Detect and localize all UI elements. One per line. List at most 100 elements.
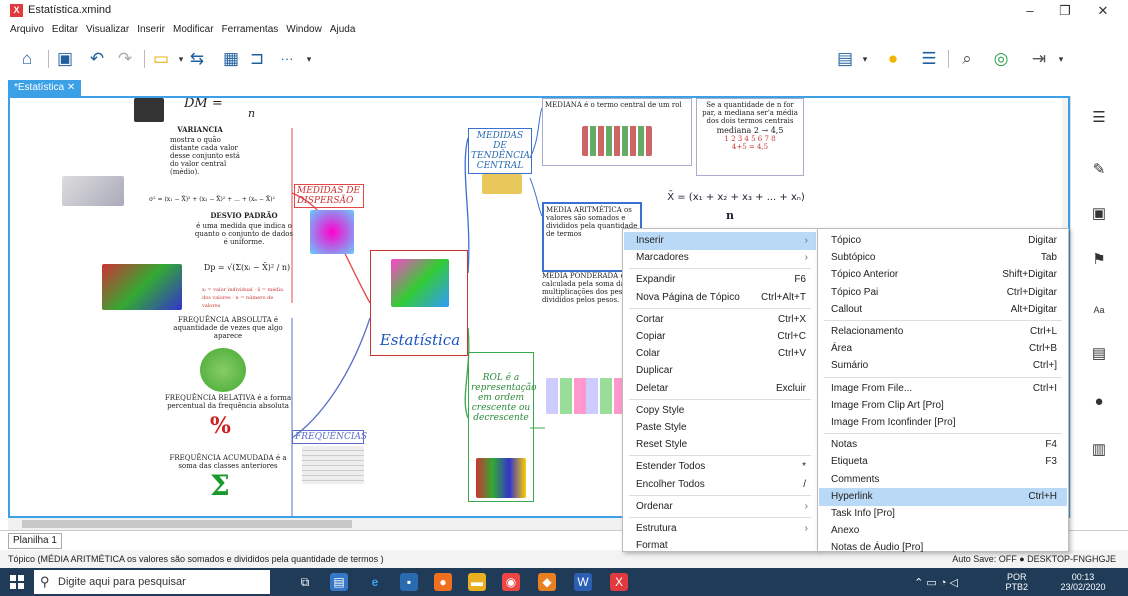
language-indicator[interactable]: POR PTB2 [1005, 572, 1028, 592]
app-icon[interactable]: ▪ [400, 573, 418, 591]
explorer-icon[interactable]: ▬ [468, 573, 486, 591]
redo-icon[interactable]: ↷ [114, 48, 136, 70]
submenu-item-comments[interactable]: Comments [819, 471, 1067, 489]
presentation-dropdown-icon[interactable]: ▾ [854, 48, 876, 70]
menu-item-paste-style[interactable]: Paste Style [624, 419, 816, 437]
export-dropdown-icon[interactable]: ▾ [1050, 48, 1072, 70]
save-icon[interactable]: ▣ [54, 48, 76, 70]
menu-arquivo[interactable]: Arquivo [6, 22, 48, 38]
outline-icon[interactable]: ☰ [1089, 108, 1109, 128]
menu-item-deletar[interactable]: Deletar Excluir [624, 380, 816, 398]
menu-item-expandir[interactable]: Expandir F6 [624, 271, 816, 289]
topic-frequencias[interactable]: FREQUÊNCIAS [292, 430, 367, 444]
menu-item-ordenar[interactable]: Ordenar › [624, 498, 816, 516]
submenu-item-topico[interactable]: Tópico Digitar [819, 232, 1067, 250]
media-ponderada-node[interactable]: MEDIA PONDERADA é calculada pela soma da… [542, 272, 632, 304]
submenu-item-topico-pai[interactable]: Tópico Pai Ctrl+Digitar [819, 284, 1067, 302]
submenu-item-sumario[interactable]: Sumário Ctrl+] [819, 357, 1067, 375]
clock[interactable]: 00:13 23/02/2020 [1048, 572, 1118, 592]
submenu-item-anexo[interactable]: Anexo [819, 522, 1067, 540]
search-icon[interactable]: ⌕ [956, 48, 978, 70]
taskbar-search[interactable]: ⚲ Digite aqui para pesquisar [34, 570, 270, 594]
topic-icon[interactable]: ▭ [150, 48, 172, 70]
submenu-item-image-from-file[interactable]: Image From File... Ctrl+I [819, 380, 1067, 398]
menu-window[interactable]: Window [282, 22, 326, 38]
menu-item-inserir[interactable]: Inserir › [624, 232, 816, 250]
store-icon[interactable]: ▤ [330, 573, 348, 591]
summary-icon[interactable]: ⊐ [246, 48, 268, 70]
chrome-icon[interactable]: ◉ [502, 573, 520, 591]
root-topic-label: Estatística [379, 331, 461, 349]
close-button[interactable]: ✕ [1088, 2, 1118, 20]
format-icon[interactable]: ✎ [1089, 160, 1109, 180]
minimize-button[interactable]: – [1015, 2, 1045, 20]
more-icon[interactable]: ··· [276, 48, 298, 70]
submenu-item-image-from-iconfinder-pro[interactable]: Image From Iconfinder [Pro] [819, 414, 1067, 432]
export-icon[interactable]: ⇥ [1028, 48, 1050, 70]
submenu-item-subtopico[interactable]: Subtópico Tab [819, 249, 1067, 267]
submenu-item-notas-de-audio-pro[interactable]: Notas de Áudio [Pro] [819, 539, 1067, 557]
menu-item-estender-todos[interactable]: Estender Todos * [624, 458, 816, 476]
menu-ajuda[interactable]: Ajuda [326, 22, 360, 38]
tab-close-icon[interactable]: ✕ [67, 82, 75, 93]
menu-item-estrutura[interactable]: Estrutura › [624, 520, 816, 538]
tray-icons[interactable]: ⌃ ▭ ◔ ◁ [914, 576, 958, 589]
idea-bulb-icon[interactable]: ● [882, 48, 904, 70]
maximize-button[interactable]: ❐ [1050, 2, 1080, 20]
scroll-thumb[interactable] [22, 520, 352, 528]
menu-item-label: Ordenar [636, 500, 673, 512]
windows-start-icon[interactable] [10, 575, 24, 589]
menu-modificar[interactable]: Modificar [169, 22, 218, 38]
comments-icon[interactable]: ● [1089, 392, 1109, 412]
menu-visualizar[interactable]: Visualizar [82, 22, 133, 38]
menu-item-copy-style[interactable]: Copy Style [624, 402, 816, 420]
ide-icon[interactable]: ◆ [538, 573, 556, 591]
home-icon[interactable]: ⌂ [16, 48, 38, 70]
word-icon[interactable]: W [574, 573, 592, 591]
menu-item-colar[interactable]: Colar Ctrl+V [624, 345, 816, 363]
menu-item-encolher-todos[interactable]: Encolher Todos / [624, 476, 816, 494]
submenu-item-relacionamento[interactable]: Relacionamento Ctrl+L [819, 323, 1067, 341]
submenu-item-etiqueta[interactable]: Etiqueta F3 [819, 453, 1067, 471]
firefox-icon[interactable]: ● [434, 573, 452, 591]
menu-editar[interactable]: Editar [48, 22, 82, 38]
menu-item-nova-pagina-de-topico[interactable]: Nova Página de Tópico Ctrl+Alt+T [624, 289, 816, 307]
tab-estatistica[interactable]: *Estatística ✕ [8, 80, 82, 96]
menu-item-label: Colar [636, 348, 660, 360]
menu-item-reset-style[interactable]: Reset Style [624, 436, 816, 454]
share-icon[interactable]: ◎ [990, 48, 1012, 70]
image-icon[interactable]: ▣ [1089, 204, 1109, 224]
menu-item-cortar[interactable]: Cortar Ctrl+X [624, 311, 816, 329]
presentation-icon[interactable]: ▤ [834, 48, 856, 70]
menu-inserir[interactable]: Inserir [133, 22, 169, 38]
relationship-icon[interactable]: ⇆ [186, 48, 208, 70]
submenu-item-topico-anterior[interactable]: Tópico Anterior Shift+Digitar [819, 266, 1067, 284]
undo-icon[interactable]: ↶ [86, 48, 108, 70]
more-dropdown-icon[interactable]: ▾ [298, 48, 320, 70]
submenu-item-hyperlink[interactable]: Hyperlink Ctrl+H [819, 487, 1067, 506]
menu-item-copiar[interactable]: Copiar Ctrl+C [624, 328, 816, 346]
gantt-icon[interactable]: ☰ [918, 48, 940, 70]
mediana-note: Se a quantidade de n for par, a mediana … [696, 98, 804, 176]
boundary-icon[interactable]: ▦ [220, 48, 242, 70]
notes-icon[interactable]: ▤ [1089, 344, 1109, 364]
menu-ferramentas[interactable]: Ferramentas [218, 22, 283, 38]
marker-icon[interactable]: ⚑ [1089, 250, 1109, 270]
task-view-icon[interactable]: ⧉ [296, 573, 314, 591]
menu-item-duplicar[interactable]: Duplicar [624, 362, 816, 380]
xmind-taskbar-icon[interactable]: X [610, 573, 628, 591]
topic-medidas-dispersao[interactable]: MEDIDAS DE DISPERSÃO [294, 184, 364, 208]
edge-icon[interactable]: e [366, 573, 384, 591]
submenu-item-area[interactable]: Área Ctrl+B [819, 340, 1067, 358]
topic-medidas-tendencia[interactable]: MEDIDAS DE TENDÊNCIA CENTRAL [468, 128, 532, 174]
submenu-item-notas[interactable]: Notas F4 [819, 436, 1067, 454]
text-style-icon[interactable]: Aa [1089, 300, 1109, 320]
menu-item-format[interactable]: Format [624, 537, 816, 555]
submenu-item-image-from-clip-art-pro[interactable]: Image From Clip Art [Pro] [819, 397, 1067, 415]
root-topic[interactable]: Estatística [370, 250, 468, 356]
sheet-tab[interactable]: Planilha 1 [8, 533, 62, 549]
menu-item-marcadores[interactable]: Marcadores › [624, 249, 816, 267]
submenu-item-callout[interactable]: Callout Alt+Digitar [819, 301, 1067, 319]
submenu-item-task-info-pro[interactable]: Task Info [Pro] [819, 505, 1067, 523]
task-icon[interactable]: ▥ [1089, 440, 1109, 460]
